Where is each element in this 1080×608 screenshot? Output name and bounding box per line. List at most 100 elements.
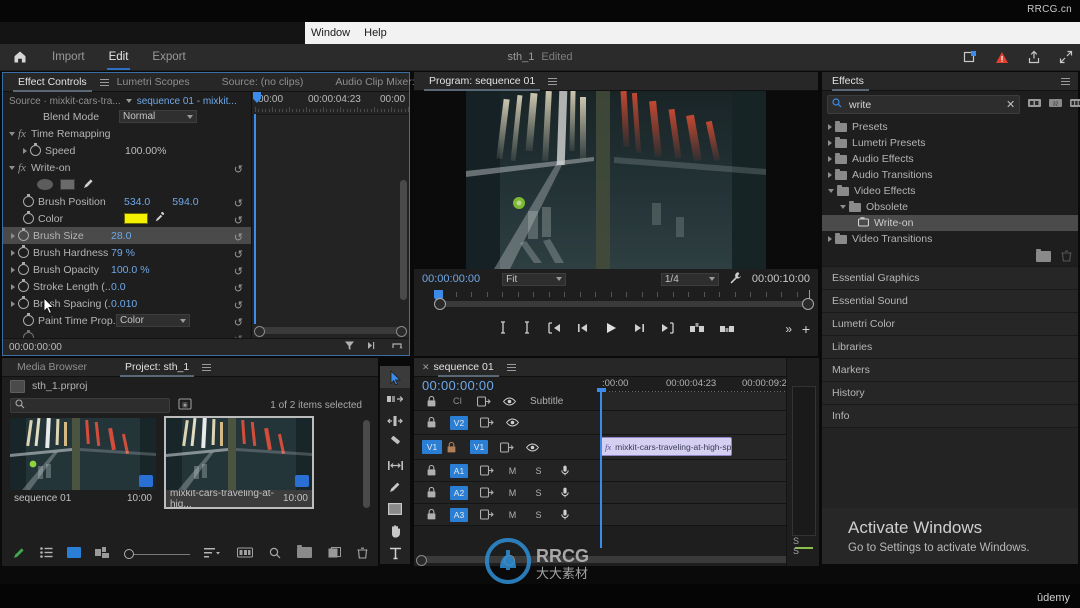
close-icon[interactable]: ✕ (422, 362, 430, 373)
source-patch-v1[interactable]: V1 (422, 440, 442, 454)
go-to-out-icon[interactable] (660, 322, 675, 337)
tab-sequence[interactable]: sequence 01 (434, 358, 503, 377)
wrench-icon[interactable] (729, 271, 742, 287)
ellipse-mask-icon[interactable] (37, 179, 53, 190)
stopwatch-icon[interactable] (23, 315, 34, 326)
transport-overflow-icon[interactable]: » (785, 322, 792, 336)
razor-tool-icon[interactable] (380, 432, 410, 454)
tree-item-video-transitions[interactable]: Video Transitions (822, 231, 1078, 247)
param-brush-position[interactable]: Brush Position 534.0 594.0 ↺ (3, 193, 251, 210)
tree-item-audio-transitions[interactable]: Audio Transitions (822, 167, 1078, 183)
eyedropper-icon[interactable] (154, 211, 166, 226)
mic-icon[interactable] (557, 486, 572, 499)
reset-icon[interactable]: ↺ (234, 231, 243, 244)
reset-icon[interactable]: ↺ (234, 282, 243, 295)
chevron-right-icon[interactable] (23, 148, 27, 154)
lift-icon[interactable] (689, 322, 705, 337)
header-tab-import[interactable]: Import (40, 44, 97, 70)
param-value-x[interactable]: 534.0 (124, 196, 150, 208)
speed-param-row[interactable]: Speed 100.00% (3, 142, 251, 159)
effects-search-box[interactable]: ✕ (827, 95, 1020, 114)
tab-effect-controls[interactable]: Effect Controls (9, 73, 96, 92)
panel-markers[interactable]: Markers (822, 358, 1078, 383)
play-only-icon[interactable] (367, 341, 379, 353)
reset-icon[interactable]: ↺ (234, 197, 243, 210)
zoom-slider[interactable] (124, 549, 190, 559)
rectangle-tool-icon[interactable] (380, 498, 410, 520)
mute-button-a2[interactable]: M (505, 486, 520, 499)
panel-menu-icon[interactable] (202, 364, 211, 371)
project-file-row[interactable]: sth_1.prproj (2, 377, 378, 395)
param-next-partial[interactable]: ↺ (3, 329, 251, 338)
track-lane-a3[interactable] (600, 504, 808, 525)
chevron-right-icon[interactable] (11, 250, 15, 256)
find-icon[interactable]: ▣ (178, 398, 192, 413)
stopwatch-icon[interactable] (18, 298, 29, 309)
program-timecode[interactable]: 00:00:00:00 (422, 273, 480, 285)
chevron-right-icon[interactable] (11, 284, 15, 290)
go-to-in-icon[interactable] (547, 322, 562, 337)
chevron-right-icon[interactable] (828, 140, 832, 146)
sync-icon[interactable] (476, 395, 491, 408)
reset-icon[interactable]: ↺ (234, 265, 243, 278)
fit-dropdown[interactable]: Fit (502, 273, 566, 286)
project-item-clip[interactable]: mixkit-cars-traveling-at-hig... 10:00 (166, 418, 312, 507)
effects-search-input[interactable] (847, 98, 1001, 112)
panel-menu-icon[interactable] (548, 78, 557, 85)
reset-icon[interactable]: ↺ (234, 214, 243, 227)
scroll-left-handle[interactable] (416, 555, 427, 566)
param-value[interactable]: 0.0 (111, 281, 126, 293)
param-value[interactable]: 100.0 % (111, 264, 150, 276)
chevron-right-icon[interactable] (11, 267, 15, 273)
chevron-down-icon[interactable] (9, 132, 15, 136)
icon-view-icon[interactable] (67, 547, 81, 561)
tab-media-browser[interactable]: Media Browser (8, 358, 96, 377)
freeform-view-icon[interactable] (95, 547, 110, 561)
panel-libraries[interactable]: Libraries (822, 335, 1078, 360)
project-search-input[interactable] (10, 398, 170, 413)
tab-source[interactable]: Source: (no clips) (213, 73, 313, 92)
project-vertical-scrollbar[interactable] (363, 420, 370, 508)
warning-icon[interactable] (994, 49, 1010, 65)
reset-icon[interactable]: ↺ (234, 299, 243, 312)
pen-mask-icon[interactable] (82, 177, 95, 193)
chevron-down-icon[interactable] (126, 99, 132, 103)
param-brush-opacity[interactable]: Brush Opacity 100.0 % ↺ (3, 261, 251, 278)
track-lane-a1[interactable] (600, 460, 808, 481)
param-stroke-length[interactable]: Stroke Length (... 0.0 ↺ (3, 278, 251, 295)
stopwatch-icon[interactable] (18, 264, 29, 275)
chevron-down-icon[interactable] (840, 205, 846, 209)
param-value[interactable]: 79 % (111, 247, 135, 259)
mic-icon[interactable] (557, 464, 572, 477)
home-icon[interactable] (0, 44, 40, 70)
scrub-in-handle[interactable] (434, 298, 446, 310)
delete-icon[interactable] (1061, 250, 1072, 265)
program-scrubber[interactable] (414, 290, 818, 310)
horizontal-scrollbar[interactable] (256, 327, 405, 334)
effect-controls-timecode[interactable]: 00:00:00:00 (9, 342, 62, 353)
lock-icon[interactable] (424, 508, 439, 521)
button-editor-icon[interactable]: + (802, 321, 810, 337)
sort-icon[interactable] (204, 547, 220, 561)
fullscreen-icon[interactable] (1058, 49, 1074, 65)
solo-button-a1[interactable]: S (531, 464, 546, 477)
resolution-dropdown[interactable]: 1/4 (661, 273, 719, 286)
blend-mode-row[interactable]: Blend Mode Normal (3, 108, 251, 125)
ripple-edit-tool-icon[interactable] (380, 410, 410, 432)
track-name-a3[interactable]: A3 (450, 508, 468, 522)
lock-icon[interactable] (424, 416, 439, 429)
tree-item-video-effects[interactable]: Video Effects (822, 183, 1078, 199)
selection-tool-icon[interactable] (380, 366, 410, 388)
solo-button-a3[interactable]: S (531, 508, 546, 521)
pen-tool-icon[interactable] (380, 476, 410, 498)
ycbcr-filter-icon[interactable] (1069, 97, 1080, 112)
menu-help[interactable]: Help (364, 27, 387, 39)
tree-item-lumetri-presets[interactable]: Lumetri Presets (822, 135, 1078, 151)
track-lane-v1[interactable]: fx mixkit-cars-traveling-at-high-spe (600, 435, 808, 459)
stopwatch-icon[interactable] (18, 230, 29, 241)
sync-icon[interactable] (499, 441, 514, 454)
tab-project[interactable]: Project: sth_1 (116, 358, 198, 377)
scroll-right-handle[interactable] (504, 555, 515, 566)
scrub-out-handle[interactable] (802, 298, 814, 310)
import-media-icon[interactable] (962, 49, 978, 65)
